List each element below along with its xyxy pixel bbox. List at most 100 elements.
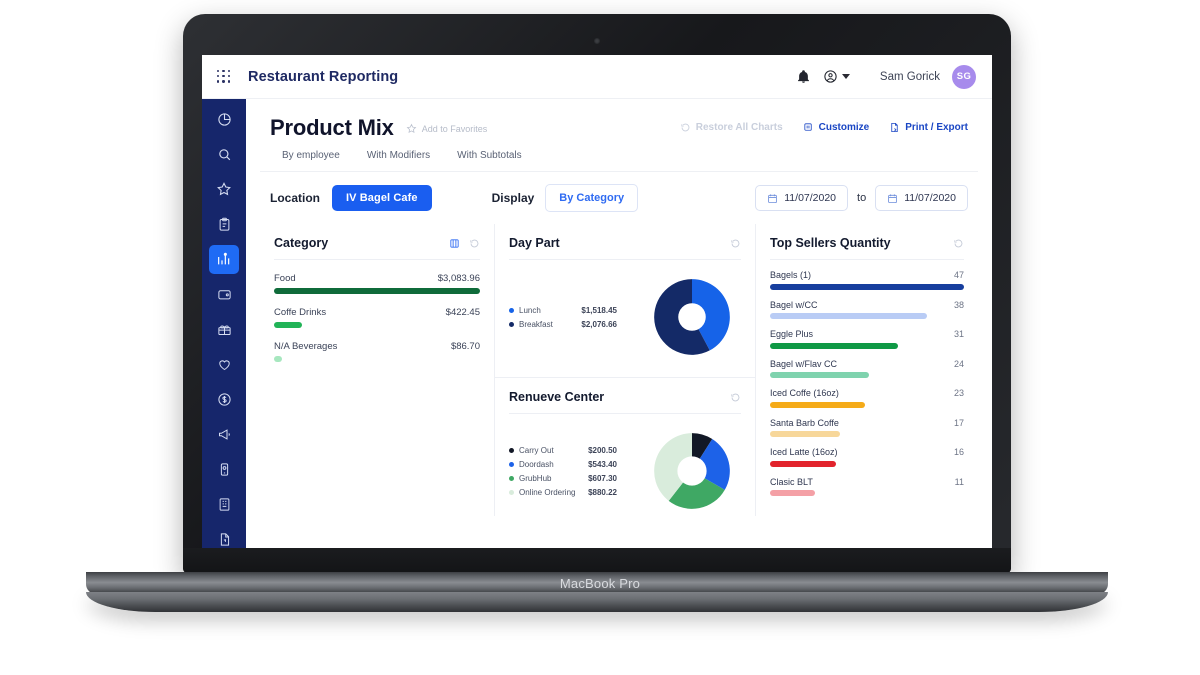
reset-icon[interactable] bbox=[469, 238, 480, 249]
app-window: Restaurant Reporting Sam Gorick SG Produ… bbox=[202, 55, 992, 560]
sidebar-item-loyalty[interactable] bbox=[209, 350, 239, 379]
bar-row-header: Iced Coffe (16oz) 23 bbox=[770, 388, 964, 398]
top-sellers-card-tools bbox=[953, 238, 964, 249]
tab-with-modifiers[interactable]: With Modifiers bbox=[367, 150, 430, 169]
bar-value: 24 bbox=[953, 358, 964, 369]
bar-chart-icon bbox=[218, 253, 230, 265]
sidebar-item-locations[interactable] bbox=[209, 490, 239, 519]
sidebar-nav bbox=[202, 99, 246, 560]
tab-by-employee[interactable]: By employee bbox=[282, 150, 340, 169]
bar-track bbox=[770, 401, 964, 408]
bar-label: Clasic BLT bbox=[770, 476, 813, 487]
legend-value: $200.50 bbox=[588, 445, 617, 455]
filter-bar: Location IV Bagel Cafe Display By Catego… bbox=[260, 171, 978, 224]
day-part-card: Day Part Lunch $1,518.45 Breakfast $2,07… bbox=[495, 224, 755, 365]
donut-hole bbox=[678, 303, 706, 331]
bar-track bbox=[770, 342, 964, 349]
sidebar-item-payments[interactable] bbox=[209, 280, 239, 309]
bell-icon[interactable] bbox=[796, 69, 811, 84]
display-label: Display bbox=[491, 191, 535, 205]
category-column: Category Food $3,083.96 Coffe Drinks $42… bbox=[260, 224, 494, 516]
add-to-favorites-label: Add to Favorites bbox=[421, 123, 488, 134]
bar-row-header: Coffe Drinks $422.45 bbox=[274, 307, 480, 318]
revenue-center-donut bbox=[649, 428, 735, 519]
divider bbox=[509, 259, 741, 260]
customize-button[interactable]: Customize bbox=[803, 122, 870, 133]
donut-hole bbox=[677, 456, 707, 486]
print-export-label: Print / Export bbox=[905, 122, 968, 133]
bar-row-header: Bagel w/Flav CC 24 bbox=[770, 359, 964, 369]
legend-value: $1,518.45 bbox=[581, 305, 617, 315]
bar-row: Eggle Plus 31 bbox=[770, 329, 964, 349]
sidebar-item-analytics[interactable] bbox=[209, 245, 239, 274]
legend-dot bbox=[509, 475, 514, 481]
legend-label: GrubHub bbox=[519, 473, 552, 483]
add-to-favorites-button[interactable]: Add to Favorites bbox=[406, 123, 488, 134]
bar-row: Food $3,083.96 bbox=[274, 273, 480, 294]
bar-row-header: Bagels (1) 47 bbox=[770, 270, 964, 280]
reset-icon[interactable] bbox=[730, 238, 741, 249]
legend-dot bbox=[509, 447, 514, 453]
revenue-center-card-tools bbox=[730, 392, 741, 403]
chevron-down-icon[interactable] bbox=[841, 74, 850, 79]
lid-bottom-strip bbox=[183, 548, 1011, 574]
print-export-button[interactable]: Print / Export bbox=[889, 122, 968, 133]
user-name: Sam Gorick bbox=[879, 70, 940, 83]
heart-icon bbox=[218, 360, 230, 370]
sidebar-item-sales[interactable] bbox=[209, 385, 239, 414]
top-sellers-bar-list: Bagels (1) 47 Bagel w/CC 38 Eggle Plus 31 Bage… bbox=[770, 270, 964, 496]
location-label: Location bbox=[270, 191, 320, 205]
display-select[interactable]: By Category bbox=[545, 184, 639, 212]
legend-value: $2,076.66 bbox=[581, 319, 617, 329]
day-part-legend: Lunch $1,518.45 Breakfast $2,076.66 bbox=[509, 306, 617, 334]
top-sellers-card: Top Sellers Quantity Bagels (1) 47 Bagel… bbox=[756, 224, 978, 496]
reset-icon[interactable] bbox=[953, 238, 964, 249]
location-select[interactable]: IV Bagel Cafe bbox=[332, 185, 432, 211]
sidebar-item-mobile[interactable] bbox=[209, 455, 239, 484]
bar-fill bbox=[770, 283, 964, 290]
bar-row: Bagels (1) 47 bbox=[770, 270, 964, 290]
sidebar-item-search[interactable] bbox=[209, 140, 239, 169]
bar-fill bbox=[770, 313, 927, 319]
revenue-center-chart: Carry Out $200.50 Doordash $543.40 GrubHub $6… bbox=[509, 428, 741, 519]
date-from-input[interactable]: 11/07/2020 bbox=[755, 185, 849, 211]
bar-label: Coffe Drinks bbox=[274, 307, 327, 318]
account-menu[interactable] bbox=[823, 69, 850, 84]
bar-value: 17 bbox=[953, 417, 964, 428]
sidebar-item-promotions[interactable] bbox=[209, 315, 239, 344]
bar-row-header: Iced Latte (16oz) 16 bbox=[770, 447, 964, 457]
bar-row: Clasic BLT 11 bbox=[770, 476, 964, 496]
reset-icon[interactable] bbox=[730, 392, 741, 403]
sidebar-item-marketing[interactable] bbox=[209, 420, 239, 449]
bar-fill bbox=[770, 460, 837, 467]
revenue-center-card: Renueve Center Carry Out $200.50 Doordas… bbox=[495, 377, 755, 519]
grid-apps-icon[interactable] bbox=[217, 69, 231, 84]
report-tabs: By employee With Modifiers With Subtotal… bbox=[246, 141, 992, 169]
category-card: Category Food $3,083.96 Coffe Drinks $42… bbox=[260, 224, 494, 362]
bar-label: Bagel w/CC bbox=[770, 299, 818, 310]
day-part-chart: Lunch $1,518.45 Breakfast $2,076.66 bbox=[509, 274, 741, 365]
page-title: Product Mix bbox=[270, 115, 394, 140]
mobile-icon bbox=[220, 463, 228, 476]
customize-label: Customize bbox=[818, 122, 870, 133]
day-part-card-tools bbox=[730, 238, 741, 249]
main-content: Product Mix Add to Favorites Restore All… bbox=[246, 99, 992, 560]
revenue-center-card-header: Renueve Center bbox=[509, 390, 741, 404]
tab-with-subtotals[interactable]: With Subtotals bbox=[457, 150, 521, 169]
legend-label: Online Ordering bbox=[519, 487, 576, 497]
bar-row-header: Santa Barb Coffe 17 bbox=[770, 418, 964, 428]
bar-row: Santa Barb Coffe 17 bbox=[770, 418, 964, 437]
bar-label: Bagels (1) bbox=[770, 270, 812, 280]
sidebar-item-reports[interactable] bbox=[209, 210, 239, 239]
toggle-chart-icon[interactable] bbox=[449, 238, 460, 249]
restore-all-charts-button[interactable]: Restore All Charts bbox=[680, 122, 783, 133]
avatar[interactable]: SG bbox=[952, 64, 976, 89]
bar-fill bbox=[770, 372, 870, 378]
sidebar-item-dashboard[interactable] bbox=[209, 105, 239, 134]
bar-fill bbox=[770, 431, 841, 437]
date-to-input[interactable]: 11/07/2020 bbox=[875, 185, 968, 211]
megaphone-icon bbox=[218, 429, 230, 440]
date-range-separator: to bbox=[857, 192, 867, 204]
sidebar-item-favorites[interactable] bbox=[209, 175, 239, 204]
star-icon bbox=[217, 182, 231, 196]
